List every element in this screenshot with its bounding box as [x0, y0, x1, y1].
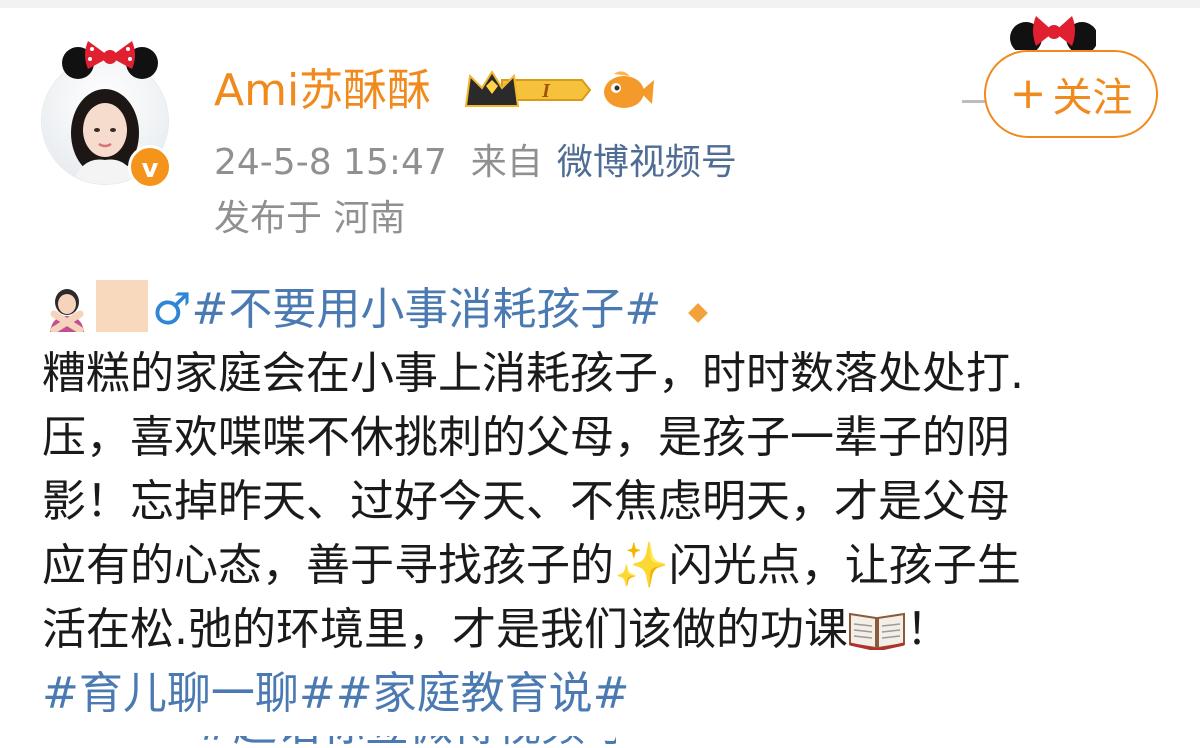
content-line-5: 应有的心态，善于寻找孩子的✨闪光点，让孩子生 [42, 534, 1172, 598]
fish-icon [604, 71, 654, 108]
crown-badge-icon: I [464, 70, 592, 107]
post-date: 24-5-8 15:47 [214, 142, 447, 183]
content-line-3: 压，喜欢喋喋不休挑刺的父母，是孩子一辈子的阴 [42, 412, 1010, 463]
book-emoji [849, 612, 905, 650]
sparkles-emoji: ✨ [614, 540, 669, 591]
content-line-5-b: 闪光点，让孩子生 [668, 540, 1021, 591]
diamond-icon [688, 303, 709, 323]
hashtag-line[interactable]: #育儿聊一聊##家庭教育说# [42, 662, 1172, 726]
male-sign-icon: ♂ [152, 284, 192, 335]
content-line-1: ♂#不要用小事消耗孩子# [42, 278, 1172, 342]
content-line-6-b: ！ [906, 604, 950, 655]
plus-icon: + [1009, 68, 1047, 119]
hashtag-link[interactable]: #不要用小事消耗孩子# [191, 284, 661, 335]
post-location: 发布于 河南 [214, 198, 406, 239]
minnie-ears-icon [62, 41, 158, 79]
cutoff-hashtag-line[interactable]: #超话标签微博视频号 [196, 736, 616, 748]
level-badge-text: I [541, 80, 551, 102]
top-divider [0, 0, 1200, 8]
content-line-6-a: 活在松.弛的环境里，才是我们该做的功课 [42, 604, 848, 655]
skin-tone-modifier [96, 280, 148, 332]
source-link[interactable]: 微博视频号 [557, 142, 737, 183]
from-prefix: 来自 [470, 142, 543, 183]
post-meta: 24-5-8 15:47 来自 微博视频号 [214, 138, 737, 188]
verified-icon: v [128, 145, 172, 189]
follow-button[interactable]: + 关注 [984, 50, 1158, 138]
username[interactable]: Ami苏酥酥 [214, 60, 431, 122]
content-line-6: 活在松.弛的环境里，才是我们该做的功课 ！ [42, 598, 1172, 662]
content-line-5-a: 应有的心态，善于寻找孩子的 [42, 540, 614, 591]
content-line-4: 影！忘掉昨天、过好今天、不焦虑明天，才是父母 [42, 476, 1010, 527]
minnie-ears-icon [1010, 16, 1096, 50]
no-gesture-emoji [50, 289, 84, 332]
follow-label: 关注 [1052, 75, 1133, 121]
content-line-2: 糟糕的家庭会在小事上消耗孩子，时时数落处处打. [42, 348, 1024, 399]
post-content: ♂#不要用小事消耗孩子# 糟糕的家庭会在小事上消耗孩子，时时数落处处打. 压，喜… [42, 278, 1172, 726]
